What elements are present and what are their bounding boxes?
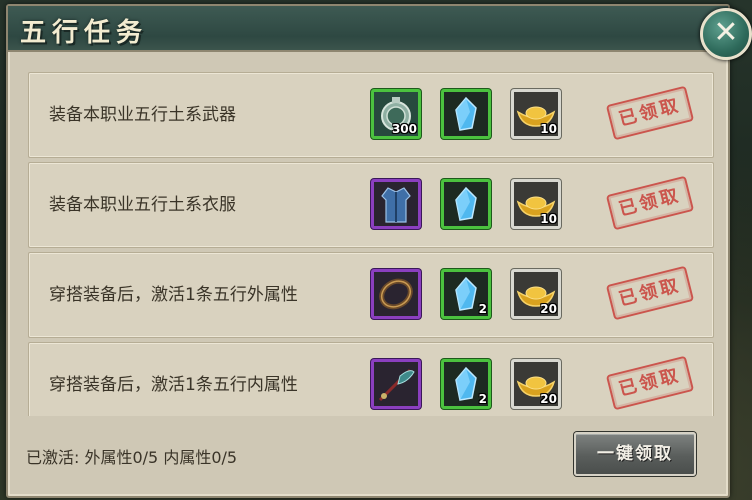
task-description: 装备本职业五行土系衣服 <box>49 195 236 215</box>
claimed-stamp: 已领取 <box>605 85 695 141</box>
claim-all-button[interactable]: 一键领取 <box>574 432 696 476</box>
reward-quantity: 2 <box>478 392 487 406</box>
bracelet-icon <box>374 272 418 316</box>
reward-slot[interactable]: 2 <box>441 269 491 319</box>
task-row: 穿搭装备后，激活1条五行外属性 2 20 已领取 <box>28 252 714 338</box>
reward-slot[interactable]: 20 <box>511 359 561 409</box>
task-row: 装备本职业五行土系武器 300 10 已领取 <box>28 72 714 158</box>
reward-slot[interactable]: 300 <box>371 89 421 139</box>
close-button[interactable]: ✕ <box>700 8 752 60</box>
five-elements-task-window: 五行任务 装备本职业五行土系武器 300 10 已领取 装备本职业五行土系衣服 … <box>6 4 730 498</box>
reward-quantity: 10 <box>540 122 557 136</box>
task-row: 穿搭装备后，激活1条五行内属性 2 20 已领取 <box>28 342 714 416</box>
reward-slot[interactable] <box>371 269 421 319</box>
activation-status: 已激活: 外属性0/5 内属性0/5 <box>26 448 238 467</box>
task-list[interactable]: 装备本职业五行土系武器 300 10 已领取 装备本职业五行土系衣服 10 已领… <box>20 72 720 416</box>
reward-quantity: 300 <box>391 122 417 136</box>
reward-slot[interactable]: 10 <box>511 179 561 229</box>
task-description: 装备本职业五行土系武器 <box>49 105 236 125</box>
reward-quantity: 20 <box>540 392 557 406</box>
blue-crystal-icon <box>444 182 488 226</box>
reward-quantity: 20 <box>540 302 557 316</box>
title-bar: 五行任务 <box>8 6 728 52</box>
reward-slot[interactable]: 20 <box>511 269 561 319</box>
blue-crystal-icon <box>444 92 488 136</box>
window-title: 五行任务 <box>20 18 149 48</box>
claimed-stamp: 已领取 <box>605 265 695 321</box>
feather-fan-icon <box>374 362 418 406</box>
reward-quantity: 10 <box>540 212 557 226</box>
robe-icon <box>374 182 418 226</box>
claimed-stamp: 已领取 <box>605 175 695 231</box>
task-row: 装备本职业五行土系衣服 10 已领取 <box>28 162 714 248</box>
reward-slot[interactable] <box>441 179 491 229</box>
reward-slot[interactable]: 10 <box>511 89 561 139</box>
reward-quantity: 2 <box>478 302 487 316</box>
reward-slot[interactable] <box>371 179 421 229</box>
claimed-stamp: 已领取 <box>605 355 695 411</box>
reward-slot[interactable] <box>441 89 491 139</box>
task-description: 穿搭装备后，激活1条五行外属性 <box>49 285 298 305</box>
reward-slot[interactable] <box>371 359 421 409</box>
reward-slot[interactable]: 2 <box>441 359 491 409</box>
task-description: 穿搭装备后，激活1条五行内属性 <box>49 375 298 395</box>
close-icon: ✕ <box>713 15 739 50</box>
